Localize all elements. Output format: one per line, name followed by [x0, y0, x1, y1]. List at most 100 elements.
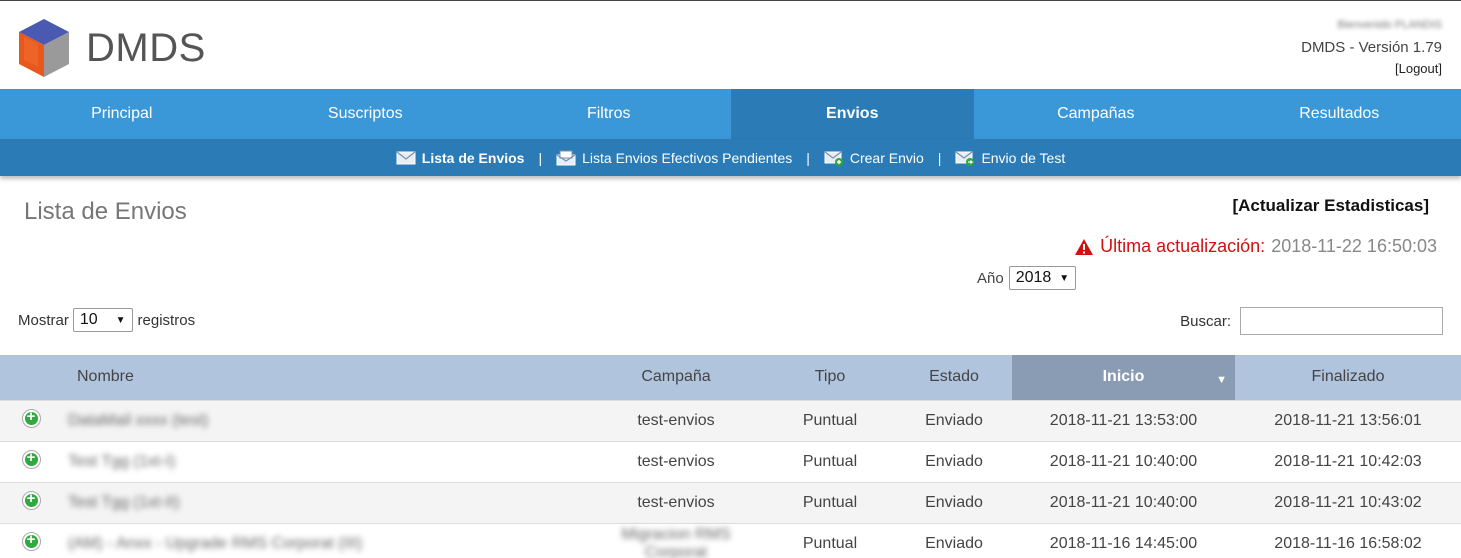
cube-logo-icon	[19, 19, 69, 77]
column-header-inicio[interactable]: Inicio ▼	[1012, 355, 1235, 400]
cell-inicio: 2018-11-16 14:45:00	[1049, 534, 1198, 552]
cell-finalizado: 2018-11-21 13:56:01	[1274, 411, 1422, 429]
cell-estado: Enviado	[925, 411, 983, 429]
nav-item-campanas[interactable]: Campañas	[974, 89, 1218, 139]
welcome-text: Bienvenido PLANDIS	[1337, 19, 1442, 31]
version-text: DMDS - Versión 1.79	[1301, 39, 1442, 56]
year-select[interactable]: 2018 ▼	[1008, 266, 1077, 290]
cell-campana: Migracion RMS Corporat	[588, 523, 764, 558]
cell-estado: Enviado	[925, 493, 983, 511]
subnav-lista-envios[interactable]: Lista de Envios	[396, 149, 525, 166]
cell-estado: Enviado	[925, 534, 983, 552]
nav-item-principal[interactable]: Principal	[0, 89, 244, 139]
column-header-nombre[interactable]: Nombre	[56, 355, 588, 400]
cell-tipo: Puntual	[802, 493, 858, 511]
envelope-add-icon	[824, 151, 843, 166]
cell-campana: test-envios	[637, 493, 715, 511]
cell-nombre[interactable]: DataMail xxxx (test)	[56, 400, 588, 441]
cell-inicio: 2018-11-21 10:40:00	[1049, 493, 1198, 511]
logo-text: DMDS	[86, 25, 206, 70]
subnav-label: Lista Envios Efectivos Pendientes	[582, 149, 793, 166]
subnav-separator: |	[806, 149, 810, 166]
last-update-label: Última actualización:	[1100, 236, 1266, 256]
expand-row-icon[interactable]	[21, 531, 41, 551]
main-nav: Principal Suscriptos Filtros Envios Camp…	[0, 89, 1461, 139]
subnav-label: Lista de Envios	[421, 149, 525, 166]
nav-item-filtros[interactable]: Filtros	[487, 89, 731, 139]
nombre-text: Test Tgg (1xt-II)	[68, 493, 180, 511]
expand-cell	[0, 523, 56, 558]
table-row[interactable]: Test Tgg (1xt-I) test-envios Puntual Env…	[0, 441, 1461, 482]
column-header-estado[interactable]: Estado	[896, 355, 1012, 400]
search-input[interactable]	[1240, 307, 1443, 335]
column-header-campana[interactable]: Campaña	[588, 355, 764, 400]
refresh-stats-link[interactable]: [Actualizar Estadisticas]	[1232, 196, 1429, 216]
app-logo[interactable]: DMDS	[16, 17, 206, 79]
cell-finalizado: 2018-11-21 10:42:03	[1274, 452, 1422, 470]
search-label: Buscar:	[1180, 312, 1231, 330]
show-label: Mostrar	[18, 311, 69, 329]
year-label: Año	[977, 269, 1004, 287]
column-header-label: Inicio	[1102, 368, 1145, 386]
envelope-send-icon	[955, 151, 975, 166]
expand-cell	[0, 400, 56, 441]
nombre-text: (AM) - Anxx - Upgrade RMS Corporat (III)	[68, 534, 363, 552]
nav-item-envios[interactable]: Envios	[730, 89, 974, 139]
column-header-tipo[interactable]: Tipo	[764, 355, 896, 400]
page-length-select[interactable]: 10 ▼	[72, 308, 133, 332]
expand-cell	[0, 482, 56, 523]
cell-campana: test-envios	[637, 452, 715, 470]
logout-link[interactable]: [Logout]	[1301, 61, 1442, 76]
last-update-value: 2018-11-22 16:50:03	[1271, 236, 1437, 256]
subnav-label: Crear Envio	[849, 149, 924, 166]
nav-item-resultados[interactable]: Resultados	[1218, 89, 1461, 139]
subnav-label: Envio de Test	[981, 149, 1066, 166]
cell-tipo: Puntual	[802, 452, 858, 470]
expand-column-header	[0, 355, 56, 400]
page-length-control: Mostrar 10 ▼ registros	[18, 308, 195, 332]
table-header-row: Nombre Campaña Tipo Estado Inicio ▼ Fina…	[0, 355, 1461, 400]
page-header: DMDS Bienvenido PLANDIS DMDS - Versión 1…	[0, 0, 1461, 89]
cell-estado: Enviado	[925, 452, 983, 470]
table-row[interactable]: DataMail xxxx (test) test-envios Puntual…	[0, 400, 1461, 441]
column-header-finalizado[interactable]: Finalizado	[1235, 355, 1461, 400]
page-title: Lista de Envios	[24, 198, 187, 225]
expand-row-icon[interactable]	[21, 408, 41, 428]
campana-text: Migracion RMS Corporat	[621, 525, 731, 558]
header-user-area: Bienvenido PLANDIS DMDS - Versión 1.79 […	[1301, 19, 1442, 76]
cell-nombre[interactable]: (AM) - Anxx - Upgrade RMS Corporat (III)	[56, 523, 588, 558]
subnav-separator: |	[937, 149, 942, 166]
cell-tipo: Puntual	[802, 534, 858, 552]
expand-cell	[0, 441, 56, 482]
subnav-crear-envio[interactable]: Crear Envio	[824, 150, 924, 166]
subnav-pendientes[interactable]: Lista Envios Efectivos Pendientes	[556, 150, 792, 166]
cell-inicio: 2018-11-21 13:53:00	[1049, 411, 1198, 429]
nombre-text: DataMail xxxx (test)	[68, 411, 209, 429]
chevron-down-icon: ▼	[115, 314, 126, 326]
cell-inicio: 2018-11-21 10:40:00	[1049, 452, 1198, 470]
cell-nombre[interactable]: Test Tgg (1xt-I)	[56, 441, 588, 482]
cell-finalizado: 2018-11-21 10:43:02	[1274, 493, 1422, 511]
warning-icon	[1075, 238, 1094, 255]
sort-desc-icon: ▼	[1216, 374, 1227, 386]
page-length-value: 10	[79, 311, 98, 328]
subnav-envio-test[interactable]: Envio de Test	[955, 150, 1065, 166]
nombre-text: Test Tgg (1xt-I)	[68, 452, 176, 470]
subnav-separator: |	[538, 149, 543, 166]
year-filter: Año 2018 ▼	[977, 266, 1077, 290]
records-label: registros	[137, 311, 196, 329]
cell-tipo: Puntual	[802, 411, 858, 429]
expand-row-icon[interactable]	[21, 490, 41, 510]
table-row[interactable]: (AM) - Anxx - Upgrade RMS Corporat (III)…	[0, 523, 1461, 558]
cell-campana: test-envios	[637, 411, 715, 429]
search-control: Buscar:	[1180, 307, 1443, 335]
cell-finalizado: 2018-11-16 16:58:02	[1274, 534, 1422, 552]
inbox-icon	[556, 150, 576, 165]
last-update: Última actualización: 2018-11-22 16:50:0…	[1074, 236, 1437, 257]
nav-item-suscriptos[interactable]: Suscriptos	[244, 89, 488, 139]
cell-nombre[interactable]: Test Tgg (1xt-II)	[56, 482, 588, 523]
table-row[interactable]: Test Tgg (1xt-II) test-envios Puntual En…	[0, 482, 1461, 523]
envelope-icon	[396, 151, 416, 164]
chevron-down-icon: ▼	[1059, 272, 1070, 284]
expand-row-icon[interactable]	[21, 449, 41, 469]
